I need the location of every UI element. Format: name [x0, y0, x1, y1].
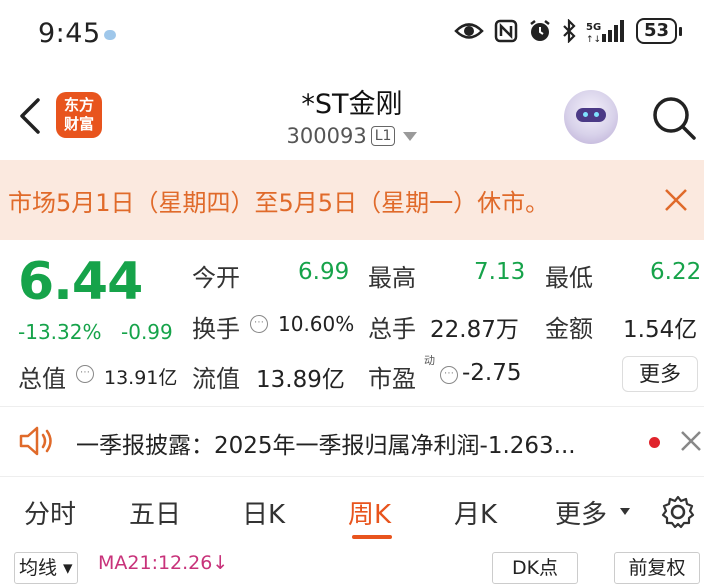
battery-cap — [679, 26, 682, 36]
tab-daily-k[interactable]: 日K — [242, 494, 285, 531]
divider — [0, 406, 704, 407]
amount-value: 1.54亿 — [623, 317, 698, 343]
change-percent: -13.32% — [18, 320, 102, 344]
status-icons: 5G ↑↓ 53 — [454, 18, 682, 44]
pe-value: -2.75 — [462, 360, 522, 386]
low-value: 6.22 — [650, 259, 702, 285]
info-icon[interactable]: ⋯ — [250, 315, 268, 333]
low-label: 最低 — [545, 264, 593, 292]
pe-dynamic-sup: 动 — [424, 354, 435, 367]
alarm-icon — [528, 19, 552, 43]
nfc-icon — [494, 19, 518, 43]
tab-five-day[interactable]: 五日 — [129, 494, 181, 531]
stock-code: 300093 — [286, 124, 367, 148]
level-badge: L1 — [370, 126, 396, 146]
caret-down-icon — [403, 131, 418, 141]
last-price: 6.44 — [18, 252, 143, 312]
unread-dot — [649, 437, 660, 448]
status-time: 9:45 — [38, 18, 101, 49]
price-adjust-button[interactable]: 前复权 — [614, 552, 700, 584]
close-icon — [665, 189, 687, 211]
volume-label: 总手 — [368, 315, 416, 343]
info-icon[interactable]: ⋯ — [440, 366, 458, 384]
bluetooth-icon — [562, 19, 576, 43]
news-close-button[interactable] — [680, 430, 702, 452]
open-label: 今开 — [192, 264, 240, 292]
notice-text: 市场5月1日（星期四）至5月5日（星期一）休市。 — [8, 189, 550, 217]
market-cap-value: 13.91亿 — [104, 367, 178, 389]
robot-eye — [583, 112, 588, 117]
open-value: 6.99 — [298, 259, 350, 285]
amount-label: 金额 — [545, 315, 593, 343]
dk-point-button[interactable]: DK点 — [492, 552, 578, 584]
pe-label: 市盈 — [368, 365, 416, 393]
speaker-icon — [18, 424, 54, 458]
ma-select-label: 均线 — [19, 557, 58, 579]
battery-icon: 53 — [635, 18, 677, 44]
gear-icon — [661, 495, 695, 529]
tab-intraday[interactable]: 分时 — [24, 494, 76, 531]
ma-select[interactable]: 均线 ▾ — [14, 552, 78, 584]
tab-monthly-k[interactable]: 月K — [454, 494, 497, 531]
market-cap-label: 总值 — [18, 365, 66, 393]
search-button[interactable] — [650, 94, 698, 142]
robot-visor — [576, 108, 606, 122]
chart-settings-button[interactable] — [660, 494, 696, 530]
notice-close-button[interactable] — [662, 186, 690, 214]
signal-5g-icon: 5G ↑↓ — [586, 19, 626, 43]
volume-value: 22.87万 — [430, 317, 519, 343]
search-icon — [653, 97, 696, 140]
news-headline[interactable]: 一季报披露：2025年一季报归属净利润-1.263... — [76, 426, 636, 460]
tab-more[interactable]: 更多 — [555, 494, 607, 531]
weather-icon — [104, 30, 116, 40]
robot-eye — [594, 112, 599, 117]
more-quote-button[interactable]: 更多 — [622, 356, 698, 392]
close-icon — [681, 431, 701, 451]
eye-icon — [454, 20, 484, 42]
turnover-label: 换手 — [192, 315, 240, 343]
high-value: 7.13 — [474, 259, 526, 285]
svg-text:5G: 5G — [586, 22, 601, 33]
float-cap-value: 13.89亿 — [256, 367, 345, 393]
float-cap-label: 流值 — [192, 365, 240, 393]
change-amount: -0.99 — [121, 320, 173, 344]
turnover-value: 10.60% — [278, 312, 355, 336]
active-tab-indicator — [352, 535, 392, 539]
info-icon[interactable]: ⋯ — [76, 365, 94, 383]
ma-readout: MA21:12.26↓ — [98, 552, 229, 574]
svg-text:↑↓: ↑↓ — [586, 35, 601, 43]
caret-down-icon — [620, 508, 630, 515]
tab-weekly-k[interactable]: 周K — [348, 494, 391, 531]
high-label: 最高 — [368, 264, 416, 292]
divider — [0, 476, 704, 477]
